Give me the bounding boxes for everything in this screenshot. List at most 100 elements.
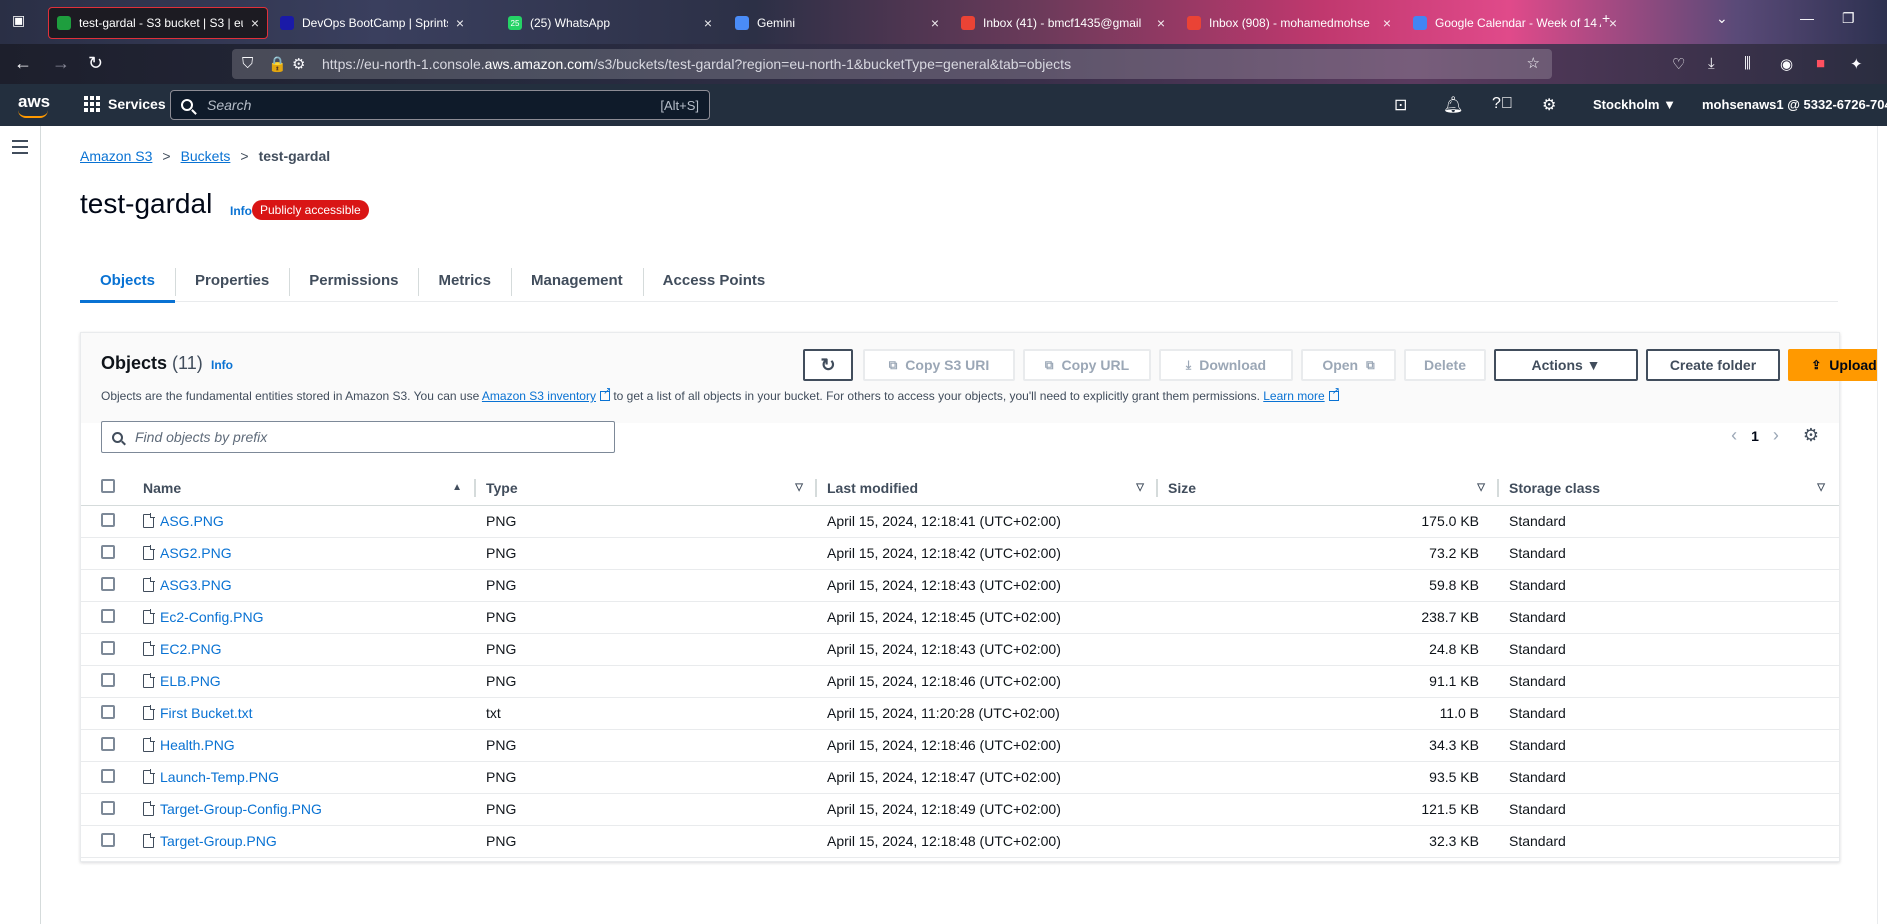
object-name-link[interactable]: ASG3.PNG [160, 577, 232, 593]
object-name-link[interactable]: Launch-Temp.PNG [160, 769, 279, 785]
row-checkbox[interactable] [101, 768, 115, 783]
account-menu[interactable]: mohsenaws1 @ 5332-6726-7045 [1702, 97, 1887, 112]
browser-tab[interactable]: Google Calendar - Week of 14 A × [1405, 7, 1625, 39]
close-tab-icon[interactable]: × [1157, 15, 1165, 31]
tab-properties[interactable]: Properties [175, 258, 289, 302]
shield-icon[interactable]: ⛉ [242, 55, 253, 72]
account-icon[interactable]: ◉ [1780, 55, 1793, 73]
object-name-link[interactable]: ASG.PNG [160, 513, 224, 529]
downloads-icon[interactable]: ⤓ [1708, 55, 1715, 72]
prev-page-icon[interactable]: ‹ [1731, 425, 1737, 446]
tab-metrics[interactable]: Metrics [418, 258, 511, 302]
row-checkbox[interactable] [101, 576, 115, 591]
browser-tab[interactable]: test-gardal - S3 bucket | S3 | eu × [48, 7, 268, 39]
tab-list-chevron-icon[interactable]: ⌄ [1716, 10, 1728, 27]
row-checkbox[interactable] [101, 672, 115, 687]
region-selector[interactable]: Stockholm ▼ [1593, 97, 1676, 112]
column-header-last-modified[interactable]: Last modified ▽ [817, 471, 1158, 506]
extension-icon[interactable]: ■ [1816, 55, 1825, 72]
library-icon[interactable]: ⫼ [1744, 55, 1751, 72]
aws-logo[interactable]: aws [18, 92, 50, 118]
row-checkbox[interactable] [101, 608, 115, 623]
table-row[interactable]: ELB.PNG PNG April 15, 2024, 12:18:46 (UTC+… [81, 665, 1839, 698]
table-settings-gear-icon[interactable]: ⚙ [1803, 425, 1819, 446]
object-name-link[interactable]: ASG2.PNG [160, 545, 232, 561]
row-checkbox[interactable] [101, 544, 115, 559]
object-name-link[interactable]: Target-Group-Config.PNG [160, 801, 322, 817]
tab-permissions[interactable]: Permissions [289, 258, 418, 302]
object-name-link[interactable]: EC2.PNG [160, 641, 221, 657]
object-name-link[interactable]: First Bucket.txt [160, 705, 253, 721]
close-tab-icon[interactable]: × [1383, 15, 1391, 31]
object-name-link[interactable]: Health.PNG [160, 737, 235, 753]
row-checkbox[interactable] [101, 640, 115, 655]
delete-button[interactable]: Delete [1404, 349, 1486, 381]
lock-icon[interactable]: 🔒 [268, 55, 287, 73]
close-tab-icon[interactable]: × [931, 15, 939, 31]
refresh-button[interactable]: ↻ [803, 349, 853, 381]
browser-tab[interactable]: Inbox (908) - mohamedmohse × [1179, 7, 1399, 39]
breadcrumb-amazon-s3[interactable]: Amazon S3 [80, 148, 152, 164]
breadcrumb-buckets[interactable]: Buckets [181, 148, 231, 164]
tab-access-points[interactable]: Access Points [642, 258, 786, 302]
row-checkbox[interactable] [101, 800, 115, 815]
row-checkbox[interactable] [101, 832, 115, 847]
column-header-size[interactable]: Size ▽ [1158, 471, 1499, 506]
reload-icon[interactable]: ↻ [88, 53, 103, 74]
table-row[interactable]: Health.PNG PNG April 15, 2024, 12:18:46 (U… [81, 729, 1839, 762]
bookmark-star-icon[interactable]: ☆ [1527, 54, 1540, 72]
copy-url-button[interactable]: ⧉ Copy URL [1023, 349, 1151, 381]
create-folder-button[interactable]: Create folder [1646, 349, 1780, 381]
restore-icon[interactable]: ❐ [1842, 10, 1855, 27]
tab-overview-icon[interactable]: ▣ [12, 12, 25, 29]
browser-tab[interactable]: Inbox (41) - bmcf1435@gmail × [953, 7, 1173, 39]
forward-icon[interactable]: → [52, 53, 70, 74]
table-row[interactable]: First Bucket.txt txt April 15, 2024, 11:20… [81, 697, 1839, 730]
table-row[interactable]: Ec2-Config.PNG PNG April 15, 2024, 12:18:4… [81, 601, 1839, 634]
extensions-puzzle-icon[interactable]: ✦ [1850, 55, 1863, 73]
object-name-link[interactable]: Target-Group.PNG [160, 833, 277, 849]
back-icon[interactable]: ← [14, 53, 32, 74]
minimize-icon[interactable]: — [1800, 10, 1814, 26]
close-tab-icon[interactable]: × [251, 15, 259, 31]
table-row[interactable]: ASG3.PNG PNG April 15, 2024, 12:18:43 (UTC… [81, 569, 1839, 602]
table-row[interactable]: EC2.PNG PNG April 15, 2024, 12:18:43 (UTC+… [81, 633, 1839, 666]
select-all-checkbox[interactable] [101, 479, 115, 494]
actions-dropdown[interactable]: Actions ▼ [1494, 349, 1638, 381]
table-row[interactable]: ASG.PNG PNG April 15, 2024, 12:18:41 (UTC+… [81, 505, 1839, 538]
browser-tab[interactable]: DevOps BootCamp | Sprints × [272, 7, 472, 39]
row-checkbox[interactable] [101, 736, 115, 751]
s3-inventory-link[interactable]: Amazon S3 inventory [482, 389, 596, 403]
column-header-type[interactable]: Type ▽ [476, 471, 817, 506]
menu-hamburger-icon[interactable] [12, 140, 28, 158]
column-header-name[interactable]: Name ▲ [135, 471, 476, 506]
settings-gear-icon[interactable]: ⚙ [1542, 95, 1556, 115]
object-name-link[interactable]: Ec2-Config.PNG [160, 609, 263, 625]
cloudshell-icon[interactable]: ⊡ [1394, 95, 1407, 115]
browser-tab[interactable]: Gemini × [727, 7, 947, 39]
table-row[interactable]: Launch-Temp.PNG PNG April 15, 2024, 12:18:… [81, 761, 1839, 794]
aws-search-input[interactable]: Search [Alt+S] [170, 90, 710, 120]
table-row[interactable]: Target-Group.PNG PNG April 15, 2024, 12:18… [81, 825, 1839, 858]
help-icon[interactable]: ?⃝ [1492, 95, 1513, 113]
tab-management[interactable]: Management [510, 258, 643, 302]
browser-tab[interactable]: 25 (25) WhatsApp × [500, 7, 720, 39]
learn-more-link[interactable]: Learn more [1263, 389, 1324, 403]
pocket-icon[interactable]: ♡ [1672, 55, 1685, 73]
table-row[interactable]: ASG2.PNG PNG April 15, 2024, 12:18:42 (UTC… [81, 537, 1839, 570]
upload-button[interactable]: ⇪ Upload [1788, 349, 1887, 381]
open-button[interactable]: Open ⧉ [1301, 349, 1396, 381]
objects-info-link[interactable]: Info [211, 358, 233, 372]
column-header-storage-class[interactable]: Storage class ▽ [1499, 471, 1839, 506]
address-bar[interactable]: ⛉ 🔒 ⚙ https://eu-north-1.console.aws.ama… [232, 49, 1552, 79]
find-objects-input[interactable]: Find objects by prefix [101, 421, 615, 453]
download-button[interactable]: ⤓ Download [1159, 349, 1293, 381]
tab-objects[interactable]: Objects [80, 258, 176, 303]
page-scrollbar[interactable] [1877, 126, 1887, 924]
next-page-icon[interactable]: › [1773, 425, 1779, 446]
close-tab-icon[interactable]: × [704, 15, 712, 31]
close-tab-icon[interactable]: × [456, 15, 464, 31]
current-page[interactable]: 1 [1751, 428, 1759, 444]
object-name-link[interactable]: ELB.PNG [160, 673, 221, 689]
new-tab-icon[interactable]: + [1602, 10, 1610, 26]
